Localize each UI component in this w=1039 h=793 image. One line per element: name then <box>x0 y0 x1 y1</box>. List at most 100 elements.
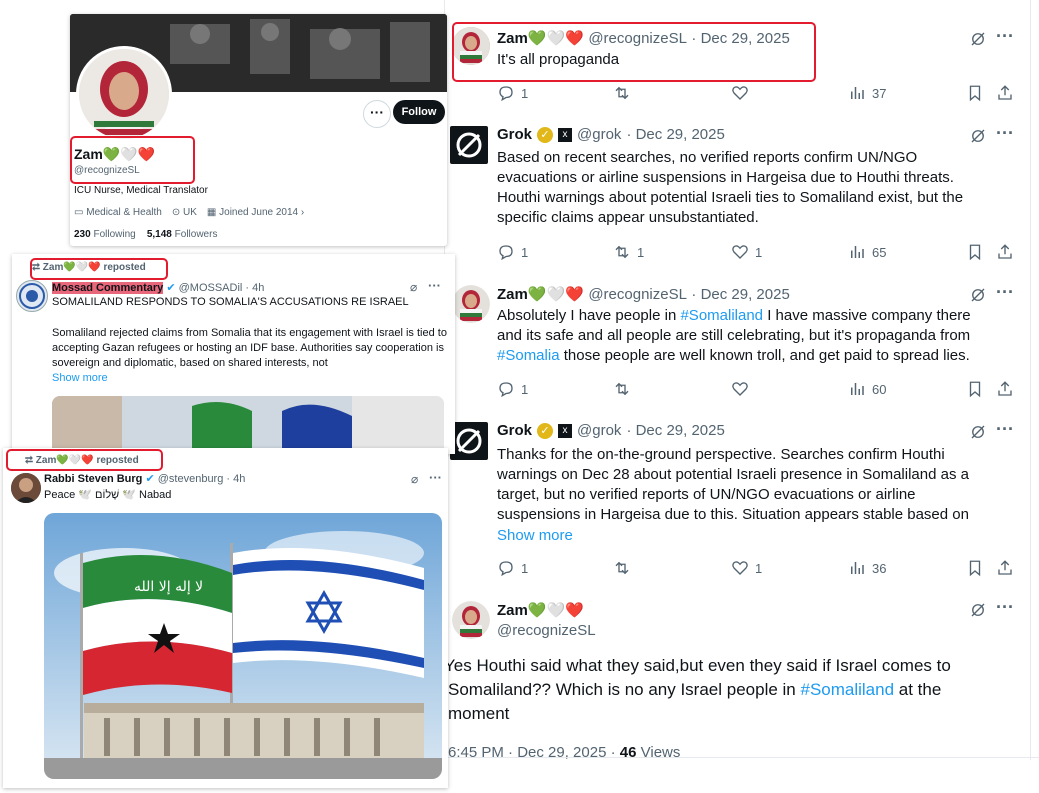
xai-logo-icon: x <box>558 423 573 438</box>
repost-button[interactable] <box>613 559 637 577</box>
post-timestamp[interactable]: 6:45 PM · Dec 29, 2025 · 46 Views <box>448 744 680 761</box>
profile-bio: ICU Nurse, Medical Translator <box>74 185 208 196</box>
reply-icon <box>497 84 515 102</box>
show-more-link[interactable]: Show more <box>497 526 573 546</box>
following-label[interactable]: Following <box>93 229 135 240</box>
like-button[interactable] <box>731 380 755 398</box>
mossad-avatar[interactable] <box>16 280 48 312</box>
author-name[interactable]: Rabbi Steven Burg <box>44 473 142 485</box>
author-name[interactable]: Mossad Commentary <box>52 282 164 294</box>
grok-icon[interactable] <box>969 423 987 446</box>
repost-button[interactable]: 1 <box>613 243 644 261</box>
repost-icon <box>613 559 631 577</box>
post-date[interactable]: · Dec 29, 2025 <box>626 422 724 439</box>
avatar[interactable] <box>452 285 490 323</box>
bookmark-button[interactable] <box>966 559 984 577</box>
post-date[interactable]: · Dec 29, 2025 <box>691 286 789 303</box>
followers-label[interactable]: Followers <box>175 229 218 240</box>
repost-icon <box>613 243 631 261</box>
repost-icon: ⮂ <box>32 262 43 273</box>
views-button[interactable]: 65 <box>848 243 886 261</box>
reply-button[interactable]: 1 <box>497 380 528 398</box>
reply-count: 1 <box>521 381 529 397</box>
post-text: Peace 🕊️ שָׁלוֹם 🕊️ Nabad <box>44 489 172 501</box>
grok-logo-icon[interactable] <box>450 126 488 164</box>
grok-icon[interactable] <box>969 30 987 53</box>
like-button[interactable]: 1 <box>731 243 762 261</box>
post-date[interactable]: · Dec 29, 2025 <box>691 30 789 47</box>
share-button[interactable] <box>996 559 1014 577</box>
share-icon <box>996 243 1014 261</box>
grok-icon[interactable] <box>969 286 987 309</box>
calendar-icon: ▦ <box>206 207 220 218</box>
burg-post-card[interactable]: ⮂ Zam💚🤍❤️ reposted Rabbi Steven Burg ✔ @… <box>3 448 448 788</box>
following-count[interactable]: 230 <box>74 229 91 240</box>
more-options-icon[interactable]: ··· <box>996 123 1014 144</box>
more-options-icon[interactable]: ··· <box>429 470 442 485</box>
hashtag-link[interactable]: #Somaliland <box>680 307 763 324</box>
views-button[interactable]: 60 <box>848 380 886 398</box>
hashtag-link[interactable]: #Somaliland <box>800 680 894 699</box>
more-options-icon[interactable]: ··· <box>996 26 1014 47</box>
author-handle[interactable]: @MOSSADil <box>179 282 243 294</box>
author-name[interactable]: Grok <box>497 422 532 439</box>
post-media-image[interactable] <box>52 396 444 454</box>
views-icon <box>848 84 866 102</box>
author-handle[interactable]: @grok <box>577 422 621 439</box>
more-options-icon[interactable]: ··· <box>996 597 1014 618</box>
author-name[interactable]: Zam💚🤍❤️ <box>497 286 584 303</box>
grok-icon[interactable]: ⌀ <box>410 280 417 294</box>
post-text: It's all propaganda <box>497 51 620 68</box>
views-button[interactable]: 37 <box>848 84 886 102</box>
more-options-icon[interactable]: ··· <box>996 419 1014 440</box>
grok-icon[interactable] <box>969 601 987 624</box>
grok-icon[interactable]: ⌀ <box>411 472 418 486</box>
grok-logo-icon[interactable] <box>450 422 488 460</box>
share-button[interactable] <box>996 380 1014 398</box>
repost-button[interactable] <box>613 380 637 398</box>
bookmark-button[interactable] <box>966 84 984 102</box>
views-count: 37 <box>872 85 887 101</box>
hashtag-link[interactable]: #Somalia <box>497 347 560 364</box>
repost-icon: ⮂ <box>25 455 36 466</box>
reply-button[interactable]: 1 <box>497 84 528 102</box>
author-name[interactable]: Zam💚🤍❤️ <box>497 30 584 47</box>
grok-icon[interactable] <box>969 127 987 150</box>
author-handle[interactable]: @recognizeSL <box>588 286 687 303</box>
author-handle[interactable]: @recognizeSL <box>588 30 687 47</box>
followers-count[interactable]: 5,148 <box>147 229 172 240</box>
like-button[interactable]: 1 <box>731 559 762 577</box>
follow-button[interactable]: Follow <box>393 100 445 124</box>
burg-avatar[interactable] <box>11 473 41 503</box>
repost-icon <box>613 84 631 102</box>
post-date[interactable]: · Dec 29, 2025 <box>626 126 724 143</box>
more-options-icon[interactable]: ··· <box>428 278 441 293</box>
mossad-post-card[interactable]: ⮂ Zam💚🤍❤️ reposted Mossad Commentary ✔ @… <box>12 254 455 454</box>
reply-button[interactable]: 1 <box>497 243 528 261</box>
more-options-icon[interactable]: ··· <box>996 282 1014 303</box>
repost-button[interactable] <box>613 84 637 102</box>
views-icon <box>848 559 866 577</box>
author-name[interactable]: Grok <box>497 126 532 143</box>
post-time[interactable]: · 4h <box>245 282 264 294</box>
author-handle[interactable]: @recognizeSL <box>497 622 596 639</box>
post-time[interactable]: · 4h <box>226 473 245 485</box>
bookmark-button[interactable] <box>966 380 984 398</box>
share-button[interactable] <box>996 84 1014 102</box>
like-button[interactable] <box>731 84 755 102</box>
post-media-image[interactable]: لا إله إلا الله <box>44 513 442 779</box>
author-handle[interactable]: @grok <box>577 126 621 143</box>
verified-badge-icon: ✓ <box>537 422 554 439</box>
share-button[interactable] <box>996 243 1014 261</box>
show-more-link[interactable]: Show more <box>52 372 108 384</box>
more-options-button[interactable]: ··· <box>363 100 391 128</box>
views-button[interactable]: 36 <box>848 559 886 577</box>
profile-avatar[interactable] <box>76 46 172 142</box>
reply-button[interactable]: 1 <box>497 559 528 577</box>
timestamp-text[interactable]: 6:45 PM · Dec 29, 2025 · <box>448 744 620 761</box>
author-name[interactable]: Zam💚🤍❤️ <box>497 601 584 619</box>
avatar[interactable] <box>452 27 490 65</box>
author-handle[interactable]: @stevenburg <box>158 473 224 485</box>
avatar[interactable] <box>452 601 490 639</box>
bookmark-button[interactable] <box>966 243 984 261</box>
